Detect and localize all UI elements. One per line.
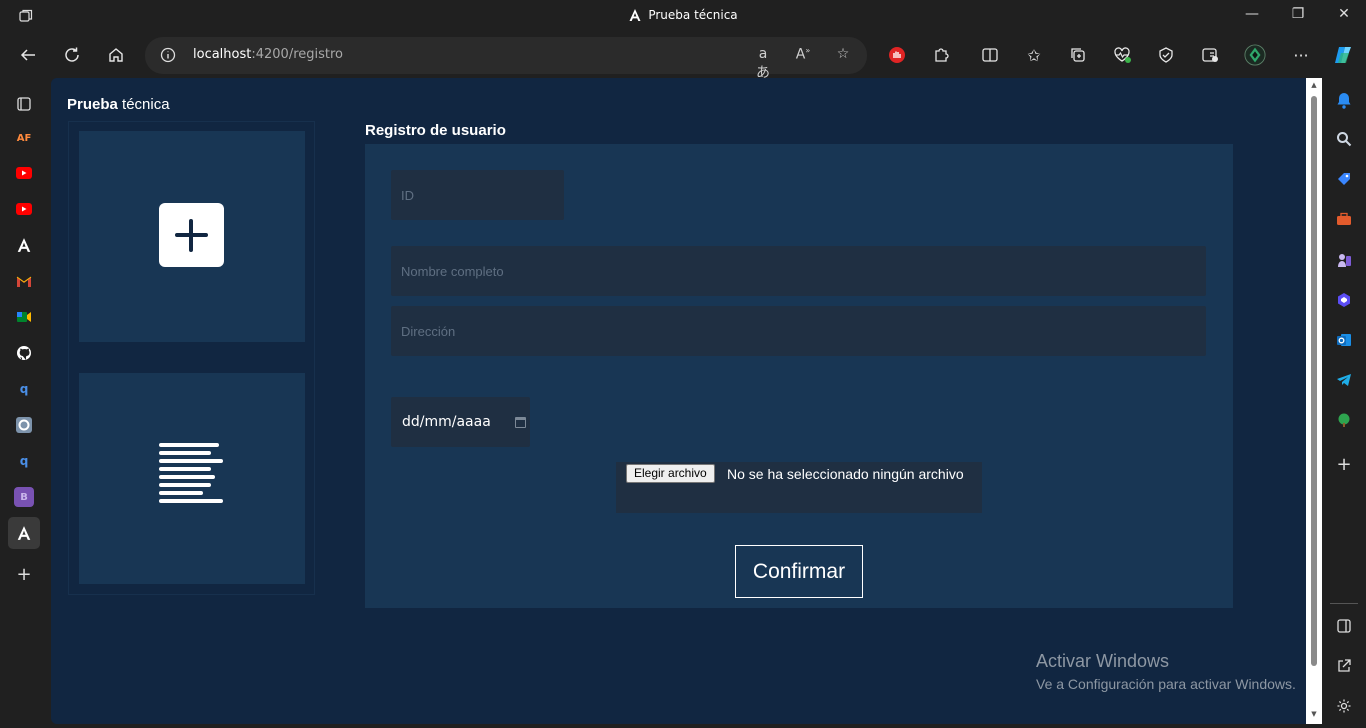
brand-bold: Prueba (67, 96, 118, 113)
side-navigation-panel (68, 121, 315, 595)
tab-circle-app[interactable] (14, 415, 34, 435)
url-text[interactable]: localhost:4200/registro (193, 47, 343, 62)
stop-sign-extension-icon[interactable] (886, 44, 908, 66)
collections-icon[interactable] (1067, 44, 1089, 66)
file-upload: Elegir archivo No se ha seleccionado nin… (616, 462, 982, 513)
tab-actions-icon[interactable] (14, 94, 34, 114)
confirm-button[interactable]: Confirmar (735, 545, 863, 598)
vertical-tabs-sidebar: AF q q B + (0, 78, 48, 728)
brand-rest: técnica (117, 96, 170, 113)
minimize-button[interactable]: — (1242, 6, 1262, 26)
brand-title: Prueba técnica (67, 96, 170, 113)
tab-youtube-2[interactable] (14, 199, 34, 219)
sidebar-toggle-icon[interactable] (1334, 616, 1354, 636)
address-bar[interactable]: localhost:4200/registro aあ A» ☆ (145, 37, 867, 81)
id-input[interactable] (391, 170, 564, 220)
search-icon[interactable] (1334, 129, 1354, 149)
right-sidebar: + (1322, 78, 1366, 728)
page-scrollbar[interactable]: ▲ ▼ (1306, 78, 1322, 724)
profile-avatar-icon[interactable] (1244, 44, 1266, 66)
windows-activation-watermark: Activar Windows Ve a Configuración para … (1036, 651, 1296, 692)
url-host: localhost (193, 47, 252, 62)
bell-icon[interactable] (1334, 90, 1354, 110)
tools-icon[interactable] (1334, 209, 1354, 229)
page-viewport: Prueba técnica Registro de usuario dd/mm… (51, 78, 1306, 724)
registration-form: dd/mm/aaaa Elegir archivo No se ha selec… (365, 144, 1233, 608)
tab-github[interactable] (14, 343, 34, 363)
home-icon[interactable] (105, 44, 127, 66)
tab-meet[interactable] (14, 307, 34, 327)
url-path: :4200/registro (251, 47, 344, 62)
extensions-icon[interactable] (930, 44, 952, 66)
copilot-icon[interactable] (1332, 44, 1354, 66)
scroll-thumb[interactable] (1311, 96, 1317, 666)
scroll-down-arrow[interactable]: ▼ (1309, 710, 1319, 720)
close-button[interactable]: ✕ (1334, 6, 1354, 26)
outlook-icon[interactable] (1334, 330, 1354, 350)
refresh-icon[interactable] (61, 44, 83, 66)
birthdate-input[interactable]: dd/mm/aaaa (391, 397, 530, 447)
back-icon[interactable] (17, 44, 39, 66)
tree-icon[interactable] (1334, 410, 1354, 430)
window-title-text: Prueba técnica (648, 8, 738, 22)
window-title: Prueba técnica (0, 8, 1366, 22)
tab-angular-active[interactable] (14, 523, 34, 543)
watermark-line2: Ve a Configuración para activar Windows. (1036, 676, 1296, 692)
add-icon[interactable]: + (1334, 454, 1354, 475)
file-status-text: No se ha seleccionado ningún archivo (727, 466, 964, 482)
restore-button[interactable]: ❐ (1288, 6, 1308, 26)
tab-gmail[interactable] (14, 271, 34, 291)
favorites-icon[interactable]: ✩ (1023, 44, 1045, 66)
full-name-input[interactable] (391, 246, 1206, 296)
calendar-icon[interactable] (515, 417, 526, 428)
title-bar: Prueba técnica — ❐ ✕ (0, 0, 1366, 32)
date-value: dd/mm/aaaa (402, 414, 491, 430)
tab-af[interactable]: AF (14, 128, 34, 148)
tab-search-1[interactable]: q (14, 379, 34, 399)
telegram-icon[interactable] (1334, 370, 1354, 390)
more-icon[interactable]: ··· (1290, 44, 1312, 66)
games-icon[interactable] (1334, 250, 1354, 270)
scroll-up-arrow[interactable]: ▲ (1309, 81, 1319, 91)
list-card[interactable] (79, 373, 305, 584)
choose-file-button[interactable]: Elegir archivo (626, 464, 715, 483)
watermark-line1: Activar Windows (1036, 651, 1170, 671)
settings-icon[interactable] (1334, 696, 1354, 716)
new-tab-button[interactable]: + (14, 564, 34, 585)
list-icon[interactable] (159, 443, 225, 507)
split-screen-icon[interactable] (979, 44, 1001, 66)
browser-toolbar: localhost:4200/registro aあ A» ☆ ✩ ··· (0, 32, 1366, 81)
copilot-sidebar-icon[interactable] (1334, 290, 1354, 310)
angular-icon (629, 9, 641, 21)
shopping-tag-icon[interactable] (1334, 169, 1354, 189)
drop-icon[interactable] (1199, 44, 1221, 66)
text-size-icon[interactable]: A» (793, 46, 813, 66)
external-icon[interactable] (1334, 656, 1354, 676)
tab-angular-1[interactable] (14, 235, 34, 255)
plus-icon[interactable] (159, 203, 224, 267)
form-title: Registro de usuario (365, 122, 506, 139)
tab-search-2[interactable]: q (14, 451, 34, 471)
browser-essentials-icon[interactable] (1155, 44, 1177, 66)
info-icon[interactable] (160, 47, 176, 63)
read-aloud-icon[interactable]: aあ (753, 46, 773, 81)
tab-youtube-1[interactable] (14, 163, 34, 183)
performance-icon[interactable] (1111, 44, 1133, 66)
tab-bootstrap[interactable]: B (14, 487, 34, 507)
sidebar-divider (1330, 603, 1358, 604)
favorite-star-icon[interactable]: ☆ (833, 46, 853, 66)
address-input[interactable] (391, 306, 1206, 356)
add-card[interactable] (79, 131, 305, 342)
